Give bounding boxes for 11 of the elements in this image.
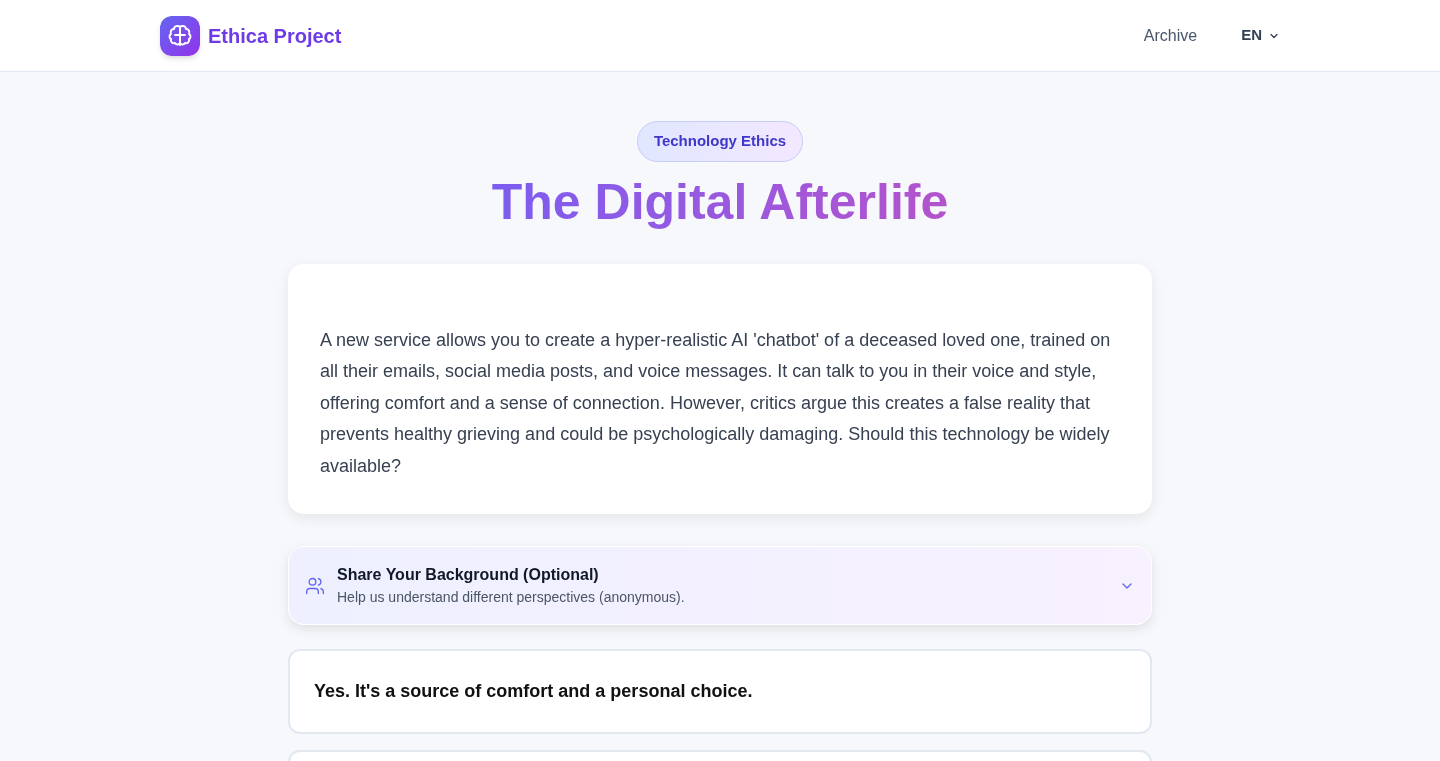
brand-link[interactable]: Ethica Project (208, 21, 342, 50)
scenario-text: A new service allows you to create a hyper-realistic AI 'chatbot' of a deceased loved one, trained on all their emails, social media posts, and voice messages. It can talk to you in their voice and style, offering comfort and a sense of connection. However, critics argue this creates a false reality that prevents healthy grieving and could be psychologically damaging. Should this technology be widely available? (320, 328, 1112, 478)
category-tag: Technology Ethics (636, 121, 804, 162)
users-icon (305, 575, 325, 596)
language-selector[interactable]: EN (1241, 24, 1280, 47)
panel-title: Share Your Background (Optional) (337, 565, 600, 585)
brain-logo-icon (160, 15, 200, 56)
answer-option[interactable]: Yes. It's a source of comfort and a personal choice. (288, 649, 1152, 734)
nav-link[interactable]: Archive (1143, 23, 1198, 48)
background-panel[interactable]: Share Your Background (Optional) Help us understand different perspectives (anonymous). (288, 546, 1152, 625)
panel-subtitle: Help us understand different perspectives (anonymous). (337, 588, 686, 607)
